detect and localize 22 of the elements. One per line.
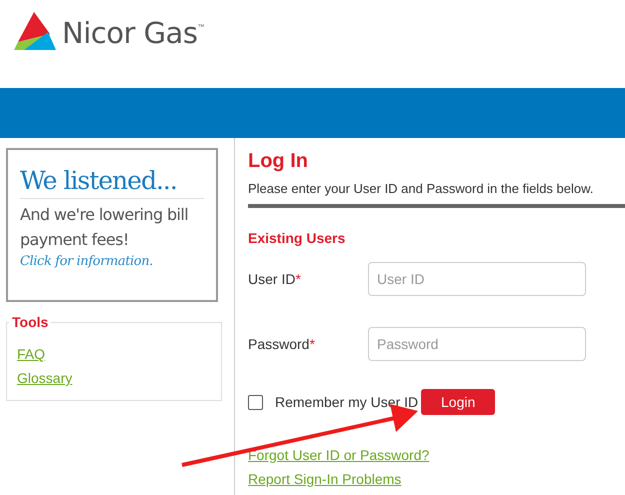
logo-icon (12, 12, 56, 50)
help-link[interactable]: Report Sign-In Problems (248, 471, 402, 487)
login-button[interactable]: Login (421, 389, 496, 415)
field-label: User ID (248, 271, 296, 287)
tools-link[interactable]: Glossary (17, 370, 72, 386)
banner-headline: We listened... (20, 166, 204, 199)
checkbox[interactable] (248, 394, 263, 410)
instructions: Please enter your User ID and Password in the fields below. (248, 181, 594, 196)
section-title: Existing Users (248, 230, 346, 246)
input-field[interactable]: User ID (368, 262, 586, 296)
banner-link[interactable]: Click for information. (20, 254, 204, 269)
banner-text: And we're lowering bill payment fees! (20, 204, 190, 251)
input-field[interactable]: Password (368, 327, 586, 361)
tools-link[interactable]: FAQ (17, 346, 46, 362)
login-title: Log In (248, 150, 309, 173)
logo-text[interactable]: Nicor Gas (62, 16, 198, 50)
tools-title: Tools (11, 314, 50, 330)
required-mark: * (295, 271, 301, 287)
field-label: Password (248, 336, 310, 352)
promo-banner[interactable]: We listened... And we're lowering bill payment fees! Click for information. (6, 148, 218, 302)
required-mark: * (309, 336, 315, 352)
help-link[interactable]: Forgot User ID or Password? (248, 447, 430, 463)
